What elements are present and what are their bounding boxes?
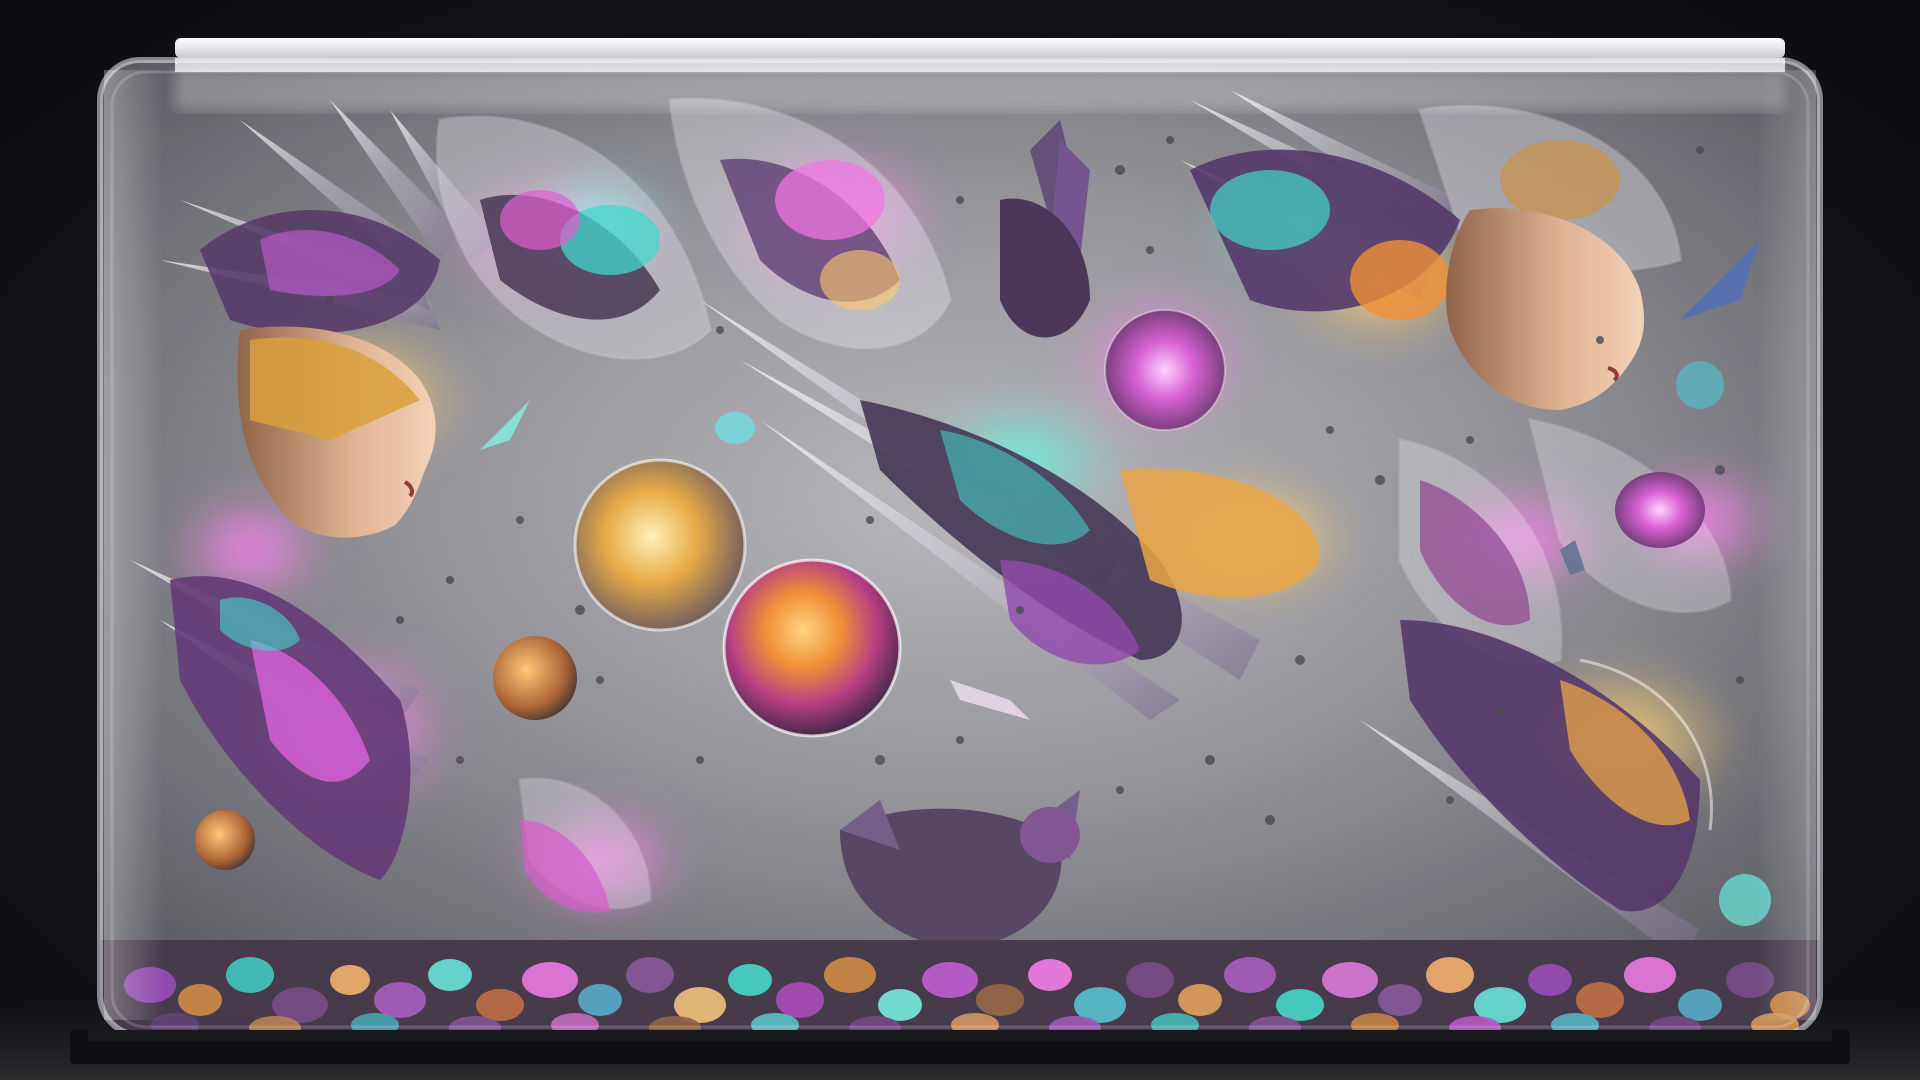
tank-light-bar [175, 38, 1785, 110]
dark-studio-background [0, 0, 1920, 1080]
aquarium-illustration [70, 38, 1850, 1064]
tank-bottom-rail [88, 1030, 1832, 1042]
